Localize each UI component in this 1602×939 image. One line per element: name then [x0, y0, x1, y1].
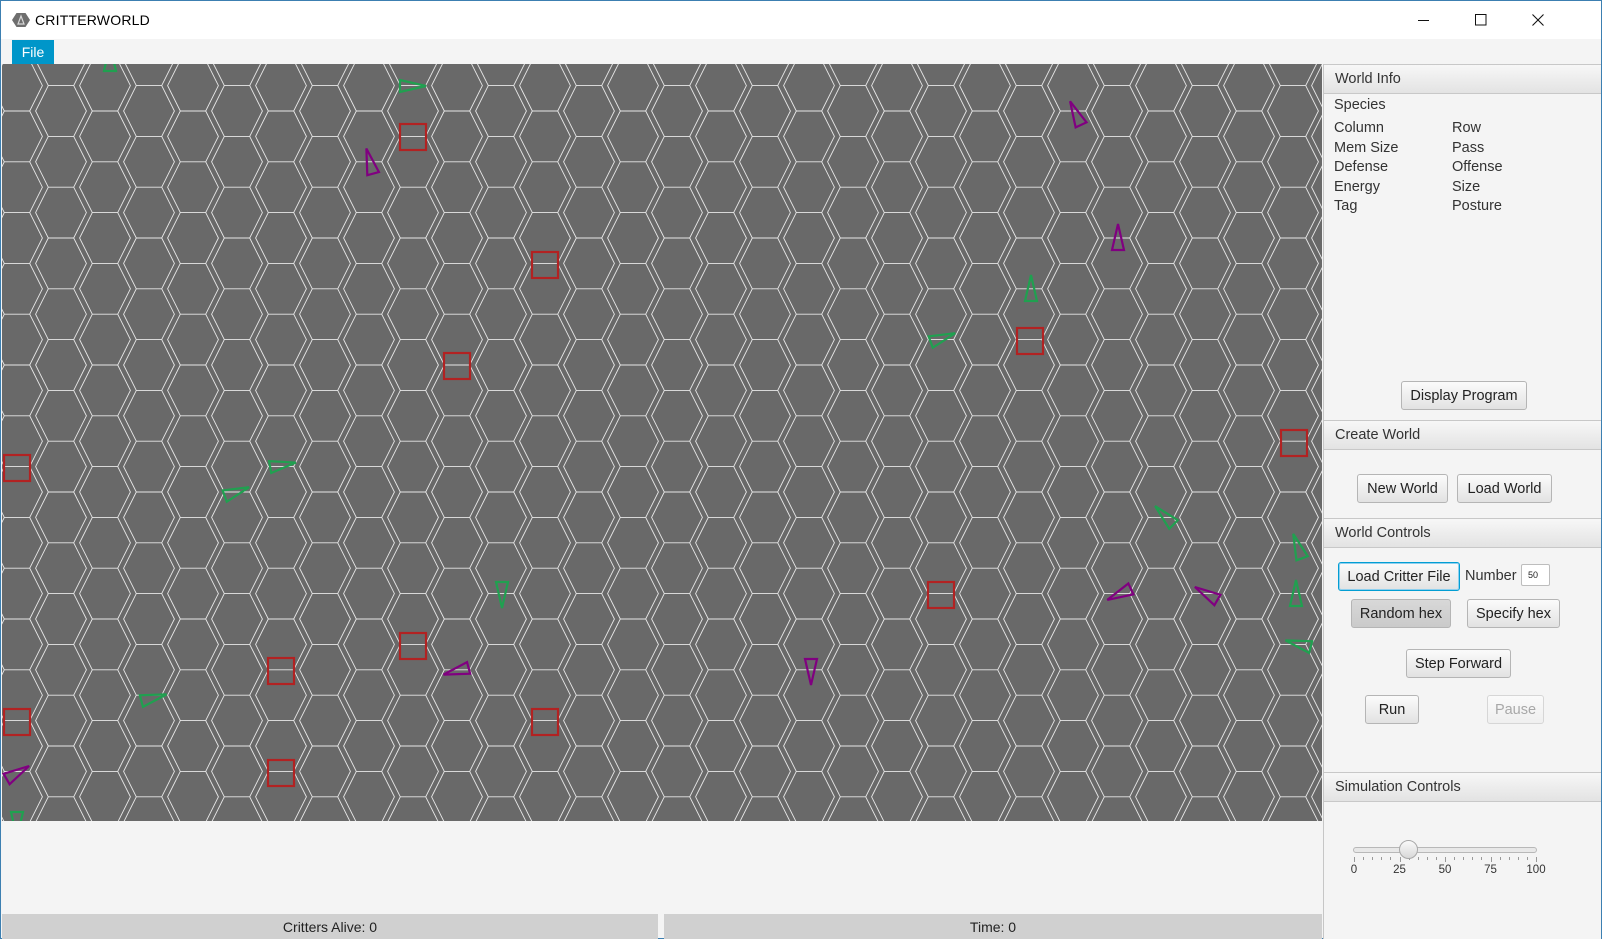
- run-button[interactable]: Run: [1365, 695, 1419, 724]
- slider-tick-label: 50: [1438, 864, 1452, 876]
- file-menu[interactable]: File: [12, 40, 54, 64]
- slider-tick: [1536, 857, 1537, 862]
- slider-tick: [1372, 857, 1374, 860]
- mem-size-label: Mem Size: [1334, 140, 1399, 156]
- world-background: [2, 64, 1322, 821]
- slider-tick: [1508, 857, 1510, 860]
- posture-label: Posture: [1452, 198, 1502, 214]
- size-label: Size: [1452, 179, 1481, 195]
- time-status: Time: 0: [664, 914, 1322, 939]
- app-window: CRITTERWORLD File Critters Alive: 0 Time…: [0, 0, 1602, 939]
- offense-label: Offense: [1452, 159, 1503, 175]
- app-logo-icon: [12, 13, 30, 27]
- random-hex-button[interactable]: Random hex: [1351, 599, 1451, 628]
- energy-label: Energy: [1334, 179, 1380, 195]
- slider-tick-label: 0: [1350, 864, 1358, 876]
- world-view[interactable]: [2, 64, 1322, 841]
- window-title: CRITTERWORLD: [35, 12, 150, 28]
- slider-tick: [1481, 857, 1483, 860]
- maximize-icon: [1475, 14, 1487, 26]
- slider-tick: [1381, 857, 1383, 860]
- defense-label: Defense: [1334, 159, 1389, 175]
- specify-hex-button[interactable]: Specify hex: [1467, 599, 1560, 628]
- title-bar[interactable]: CRITTERWORLD: [1, 1, 1601, 39]
- species-label: Species: [1334, 97, 1386, 113]
- simulation-controls-header[interactable]: Simulation Controls: [1324, 772, 1601, 802]
- menu-bar: File: [1, 39, 1601, 64]
- slider-tick: [1499, 857, 1501, 860]
- step-forward-button[interactable]: Step Forward: [1406, 649, 1511, 678]
- critter-number-input[interactable]: [1521, 564, 1550, 586]
- world-info-header[interactable]: World Info: [1324, 64, 1601, 94]
- slider-tick: [1472, 857, 1474, 860]
- slider-tick-label: 25: [1393, 864, 1406, 876]
- load-critter-file-button[interactable]: Load Critter File: [1338, 562, 1460, 591]
- slider-tick: [1454, 857, 1456, 860]
- close-button[interactable]: [1509, 1, 1567, 39]
- pause-button[interactable]: Pause: [1487, 695, 1544, 724]
- slider-tick: [1399, 857, 1401, 862]
- row-label: Row: [1452, 120, 1482, 136]
- number-label: Number: [1465, 568, 1517, 584]
- slider-tick: [1445, 857, 1446, 862]
- new-world-button[interactable]: New World: [1357, 474, 1448, 503]
- slider-tick: [1517, 857, 1519, 860]
- critters-alive-status: Critters Alive: 0: [2, 914, 658, 939]
- world-controls-header[interactable]: World Controls: [1324, 518, 1601, 548]
- slider-tick: [1354, 857, 1355, 862]
- slider-tick-label: 75: [1484, 864, 1497, 876]
- speed-slider-track[interactable]: [1353, 847, 1537, 853]
- slider-tick: [1463, 857, 1465, 860]
- create-world-header[interactable]: Create World: [1324, 420, 1601, 450]
- control-sidebar: World Info Species Column Mem Size Defen…: [1324, 64, 1601, 939]
- close-icon: [1532, 14, 1544, 26]
- slider-tick: [1526, 857, 1528, 860]
- slider-tick: [1390, 857, 1392, 860]
- maximize-button[interactable]: [1452, 1, 1510, 39]
- slider-tick: [1490, 857, 1492, 862]
- slider-tick: [1426, 857, 1428, 860]
- minimize-icon: [1418, 20, 1429, 21]
- pass-label: Pass: [1452, 140, 1485, 156]
- status-bar: Critters Alive: 0 Time: 0: [2, 914, 1322, 939]
- hex-grid-canvas[interactable]: [2, 64, 1322, 821]
- slider-tick: [1435, 857, 1437, 860]
- slider-tick: [1363, 857, 1365, 860]
- minimize-button[interactable]: [1395, 1, 1453, 39]
- tag-label: Tag: [1334, 198, 1358, 214]
- column-label: Column: [1334, 120, 1384, 136]
- speed-slider-thumb[interactable]: [1398, 840, 1418, 859]
- slider-tick-label: 100: [1526, 864, 1546, 876]
- display-program-button[interactable]: Display Program: [1401, 381, 1527, 410]
- load-world-button[interactable]: Load World: [1457, 474, 1552, 503]
- slider-tick: [1417, 857, 1419, 860]
